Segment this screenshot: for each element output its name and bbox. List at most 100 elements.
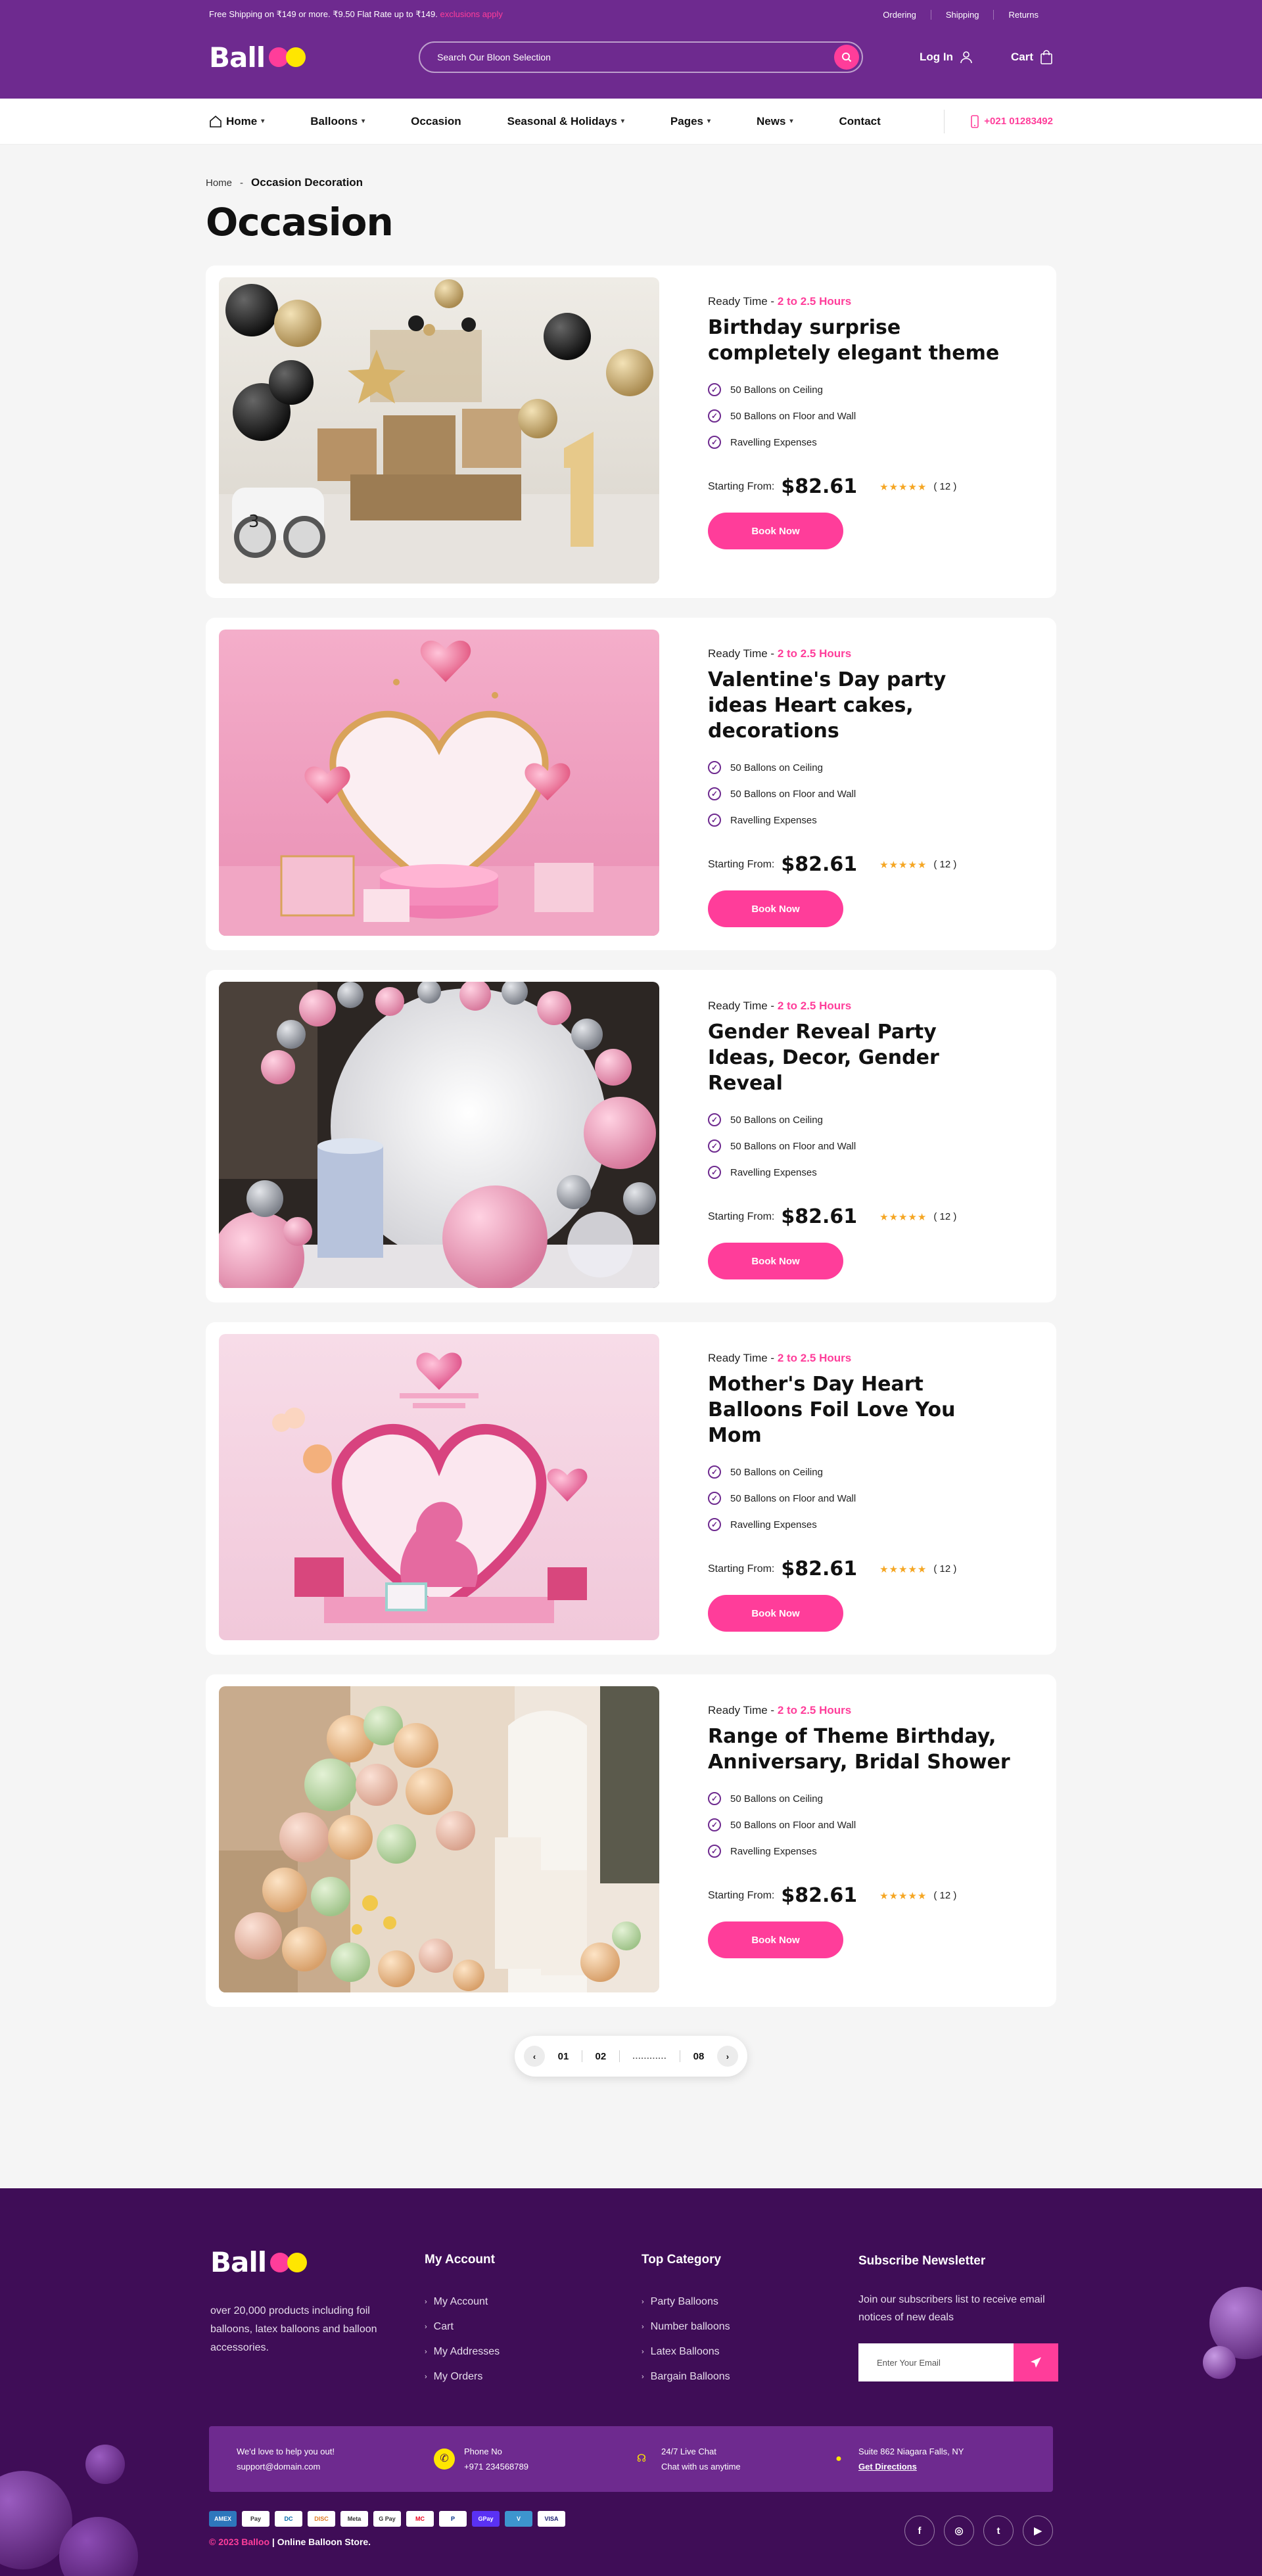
search-input[interactable]: Search Our Bloon Selection [419,41,864,73]
page-link-01[interactable]: 01 [558,2051,569,2062]
site-logo[interactable]: Ball [209,41,306,74]
ready-label: Ready Time - [708,647,778,660]
youtube-icon[interactable]: ▶ [1023,2516,1053,2546]
ordering-link[interactable]: Ordering [883,10,916,20]
nav-item-home[interactable]: Home ▾ [209,115,264,128]
check-circle-icon: ✓ [708,814,721,827]
product-image[interactable] [219,1686,659,1992]
feature-text: 50 Ballons on Floor and Wall [730,410,856,422]
feature-text: 50 Ballons on Ceiling [730,1793,823,1805]
nav-item-occasion[interactable]: Occasion [411,115,461,128]
product-title[interactable]: Valentine's Day party ideas Heart cakes,… [708,667,1010,744]
page-link-02[interactable]: 02 [596,2051,607,2062]
footer-link[interactable]: › Party Balloons [642,2289,730,2314]
review-count: ( 12 ) [933,859,957,870]
product-image[interactable]: 3 [219,277,659,584]
product-card: 3 Ready Time - 2 to 2.5 Hours Birthday s [206,265,1056,598]
nav-occasion-label: Occasion [411,114,461,127]
product-image[interactable] [219,982,659,1288]
footer-link[interactable]: › My Orders [425,2364,500,2389]
book-now-button[interactable]: Book Now [708,1921,843,1958]
exclusions-link[interactable]: exclusions apply [440,9,502,19]
book-now-button[interactable]: Book Now [708,890,843,927]
returns-link[interactable]: Returns [1008,10,1039,20]
book-now-button[interactable]: Book Now [708,1595,843,1632]
nav-item-pages[interactable]: Pages ▾ [670,115,711,128]
price-value: $82.61 [781,1205,858,1228]
product-image[interactable] [219,630,659,936]
twitter-icon[interactable]: t [983,2516,1014,2546]
chat-link[interactable]: Chat with us anytime [661,2462,741,2472]
price-label: Starting From: [708,1563,775,1575]
venmo-icon: V [505,2511,532,2527]
product-title[interactable]: Mother's Day Heart Balloons Foil Love Yo… [708,1371,1010,1448]
product-image[interactable] [219,1334,659,1640]
header-actions: Log In Cart [920,50,1053,64]
feature-text: Ravelling Expenses [730,436,817,448]
phone-link[interactable]: +021 01283492 [944,109,1053,133]
footer-link-text: Cart [433,2321,454,2332]
meta-pay-icon: Meta [340,2511,368,2527]
footer-link[interactable]: › My Account [425,2289,500,2314]
login-label: Log In [920,51,953,63]
product-info: Ready Time - 2 to 2.5 Hours Gender Revea… [708,982,1010,1291]
chevron-down-icon: ▾ [362,118,365,125]
email-field[interactable]: Enter Your Email [858,2343,1014,2382]
cart-button[interactable]: Cart [1011,50,1053,64]
search-button[interactable] [834,45,860,70]
nav-item-contact[interactable]: Contact [839,115,880,128]
price-row: Starting From: $82.61 ★★★★★ ( 12 ) [708,1557,1010,1580]
directions-link[interactable]: Get Directions [858,2462,917,2472]
chevron-down-icon: ▾ [620,118,624,125]
account-heading: My Account [425,2253,495,2266]
footer-link[interactable]: › Latex Balloons [642,2339,730,2364]
main-nav: Home ▾ Balloons ▾ Occasion Seasonal & Holi… [0,99,1262,145]
chevron-right-icon: › [425,2298,427,2306]
footer-link[interactable]: › My Addresses [425,2339,500,2364]
subscribe-button[interactable] [1014,2343,1058,2382]
product-title[interactable]: Gender Reveal Party Ideas, Decor, Gender… [708,1019,1010,1096]
site-footer: Ball over 20,000 products including foil… [0,2188,1262,2576]
price-label: Starting From: [708,1889,775,1901]
support-email-link[interactable]: support@domain.com [237,2462,320,2472]
facebook-icon[interactable]: f [904,2516,935,2546]
login-button[interactable]: Log In [920,51,973,64]
footer-link[interactable]: › Number balloons [642,2314,730,2339]
shipping-link[interactable]: Shipping [946,10,979,20]
footer-phone-link[interactable]: +971 234568789 [464,2462,528,2472]
chevron-down-icon: ▾ [789,118,793,125]
ready-label: Ready Time - [708,1000,778,1012]
logo-yellow-dot [286,47,306,67]
footer-logo[interactable]: Ball [210,2246,381,2278]
payment-methods: AMEX Pay DC DISC Meta G Pay MC P GPay V … [209,2511,565,2527]
next-page-button[interactable]: › [716,2046,738,2067]
address-contact: ● Suite 862 Niagara Falls, NY Get Directi… [828,2444,1025,2475]
product-title[interactable]: Range of Theme Birthday, Anniversary, Br… [708,1724,1010,1775]
footer-link[interactable]: › Cart [425,2314,500,2339]
nav-item-seasonal[interactable]: Seasonal & Holidays ▾ [507,115,624,128]
chevron-right-icon: › [425,2323,427,2331]
nav-item-news[interactable]: News ▾ [757,115,793,128]
google-pay-icon: G Pay [373,2511,401,2527]
newsletter-text: Join our subscribers list to receive ema… [858,2294,1045,2324]
ready-label: Ready Time - [708,1352,778,1364]
instagram-icon[interactable]: ◎ [944,2516,974,2546]
chevron-down-icon: ▾ [707,118,711,125]
page-link-08[interactable]: 08 [693,2051,705,2062]
footer-link[interactable]: › Bargain Balloons [642,2364,730,2389]
price-value: $82.61 [781,853,858,876]
nav-item-balloons[interactable]: Balloons ▾ [310,115,365,128]
footer-category: Top Category › Party Balloons › Number bal… [642,2253,730,2389]
main-header: Ball Search Our Bloon Selection Log In C… [209,34,1053,80]
check-circle-icon: ✓ [708,1792,721,1805]
shipping-promo: Free Shipping on ₹149 or more. ₹9.50 Fla… [209,9,503,20]
product-title[interactable]: Birthday surprise completely elegant the… [708,315,1010,366]
book-now-button[interactable]: Book Now [708,1243,843,1279]
headset-icon: ☊ [636,2452,647,2464]
breadcrumb-home[interactable]: Home [206,177,232,189]
footer-link-text: My Orders [433,2371,483,2382]
home-icon [210,115,222,127]
book-now-button[interactable]: Book Now [708,513,843,549]
prev-page-button[interactable]: ‹ [524,2046,545,2067]
footer-link-text: My Account [433,2296,488,2307]
